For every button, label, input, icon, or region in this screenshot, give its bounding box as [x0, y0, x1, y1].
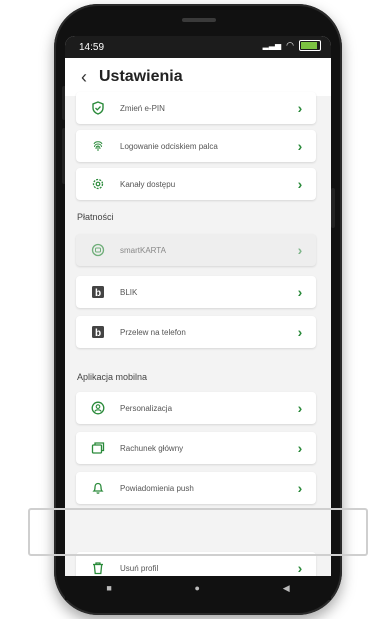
app-header: ‹ Ustawienia — [65, 58, 331, 96]
settings-item-label: Rachunek główny — [120, 443, 184, 453]
system-nav-bar: ■ ● ◀ — [65, 576, 331, 600]
settings-item-access-channels[interactable]: Kanały dostępu › — [76, 168, 316, 200]
settings-item-label: Zmień e-PIN — [120, 103, 165, 113]
settings-item-main-account[interactable]: Rachunek główny › — [76, 432, 316, 464]
settings-item-label: Kanały dostępu — [120, 179, 176, 189]
shield-icon — [86, 96, 110, 120]
wifi-icon: ◠ — [286, 40, 294, 50]
settings-list: Zmień e-PIN › Logowanie odciskiem palca … — [65, 92, 331, 576]
blik-icon: b — [86, 320, 110, 344]
fingerprint-icon — [86, 134, 110, 158]
gear-icon — [86, 172, 110, 196]
status-time: 14:59 — [79, 42, 105, 53]
settings-item-personalization[interactable]: Personalizacja › — [76, 392, 316, 424]
back-icon[interactable]: ‹ — [69, 67, 99, 88]
trash-icon — [86, 556, 110, 576]
back-nav-icon[interactable]: ◀ — [283, 583, 290, 594]
chevron-right-icon: › — [297, 138, 303, 154]
settings-item-phone-transfer[interactable]: b Przelew na telefon › — [76, 316, 316, 348]
speaker-grille — [182, 18, 216, 22]
chevron-right-icon: › — [297, 480, 303, 496]
settings-item-label: BLIK — [120, 287, 138, 297]
recent-apps-icon[interactable]: ■ — [106, 583, 111, 593]
page-title: Ustawienia — [99, 68, 183, 85]
chevron-right-icon: › — [297, 284, 303, 300]
blik-icon: b — [86, 280, 110, 304]
chevron-right-icon: › — [297, 400, 303, 416]
status-icons: ▂▃▅ ◠ — [263, 40, 321, 51]
power-button — [331, 188, 335, 228]
smartcard-icon — [86, 238, 110, 262]
svg-text:b: b — [95, 288, 101, 299]
signal-icon: ▂▃▅ — [262, 41, 282, 50]
settings-item-label: Logowanie odciskiem palca — [120, 141, 218, 151]
status-bar: 14:59 ▂▃▅ ◠ — [65, 36, 331, 58]
settings-item-label: Usuń profil — [120, 563, 159, 573]
chevron-right-icon: › — [297, 440, 303, 456]
bell-icon — [86, 476, 110, 500]
chevron-right-icon: › — [297, 176, 303, 192]
chevron-right-icon: › — [297, 324, 303, 340]
settings-item-label: smartKARTA — [120, 245, 166, 255]
section-title-mobile-app: Aplikacja mobilna — [77, 372, 148, 382]
chevron-right-icon: › — [297, 242, 303, 258]
settings-item-push-notifications[interactable]: Powiadomienia push › — [76, 472, 316, 504]
settings-item-blik[interactable]: b BLIK › — [76, 276, 316, 308]
section-title-payments: Płatności — [77, 212, 114, 222]
account-icon — [86, 436, 110, 460]
settings-item-label: Przelew na telefon — [120, 327, 186, 337]
settings-item-change-epin[interactable]: Zmień e-PIN › — [76, 92, 316, 124]
settings-item-label: Powiadomienia push — [120, 483, 194, 493]
settings-item-label: Personalizacja — [120, 403, 173, 413]
person-icon — [86, 396, 110, 420]
phone-screen: 14:59 ▂▃▅ ◠ ‹ Ustawienia Zmień e-PIN › L… — [65, 36, 331, 576]
chevron-right-icon: › — [297, 100, 303, 116]
settings-item-smartkarta[interactable]: smartKARTA › — [76, 234, 316, 266]
highlight-frame — [28, 508, 368, 556]
settings-item-fingerprint-login[interactable]: Logowanie odciskiem palca › — [76, 130, 316, 162]
svg-text:b: b — [95, 328, 101, 339]
chevron-right-icon: › — [297, 560, 303, 576]
home-icon[interactable]: ● — [195, 583, 200, 593]
battery-icon — [299, 40, 321, 51]
